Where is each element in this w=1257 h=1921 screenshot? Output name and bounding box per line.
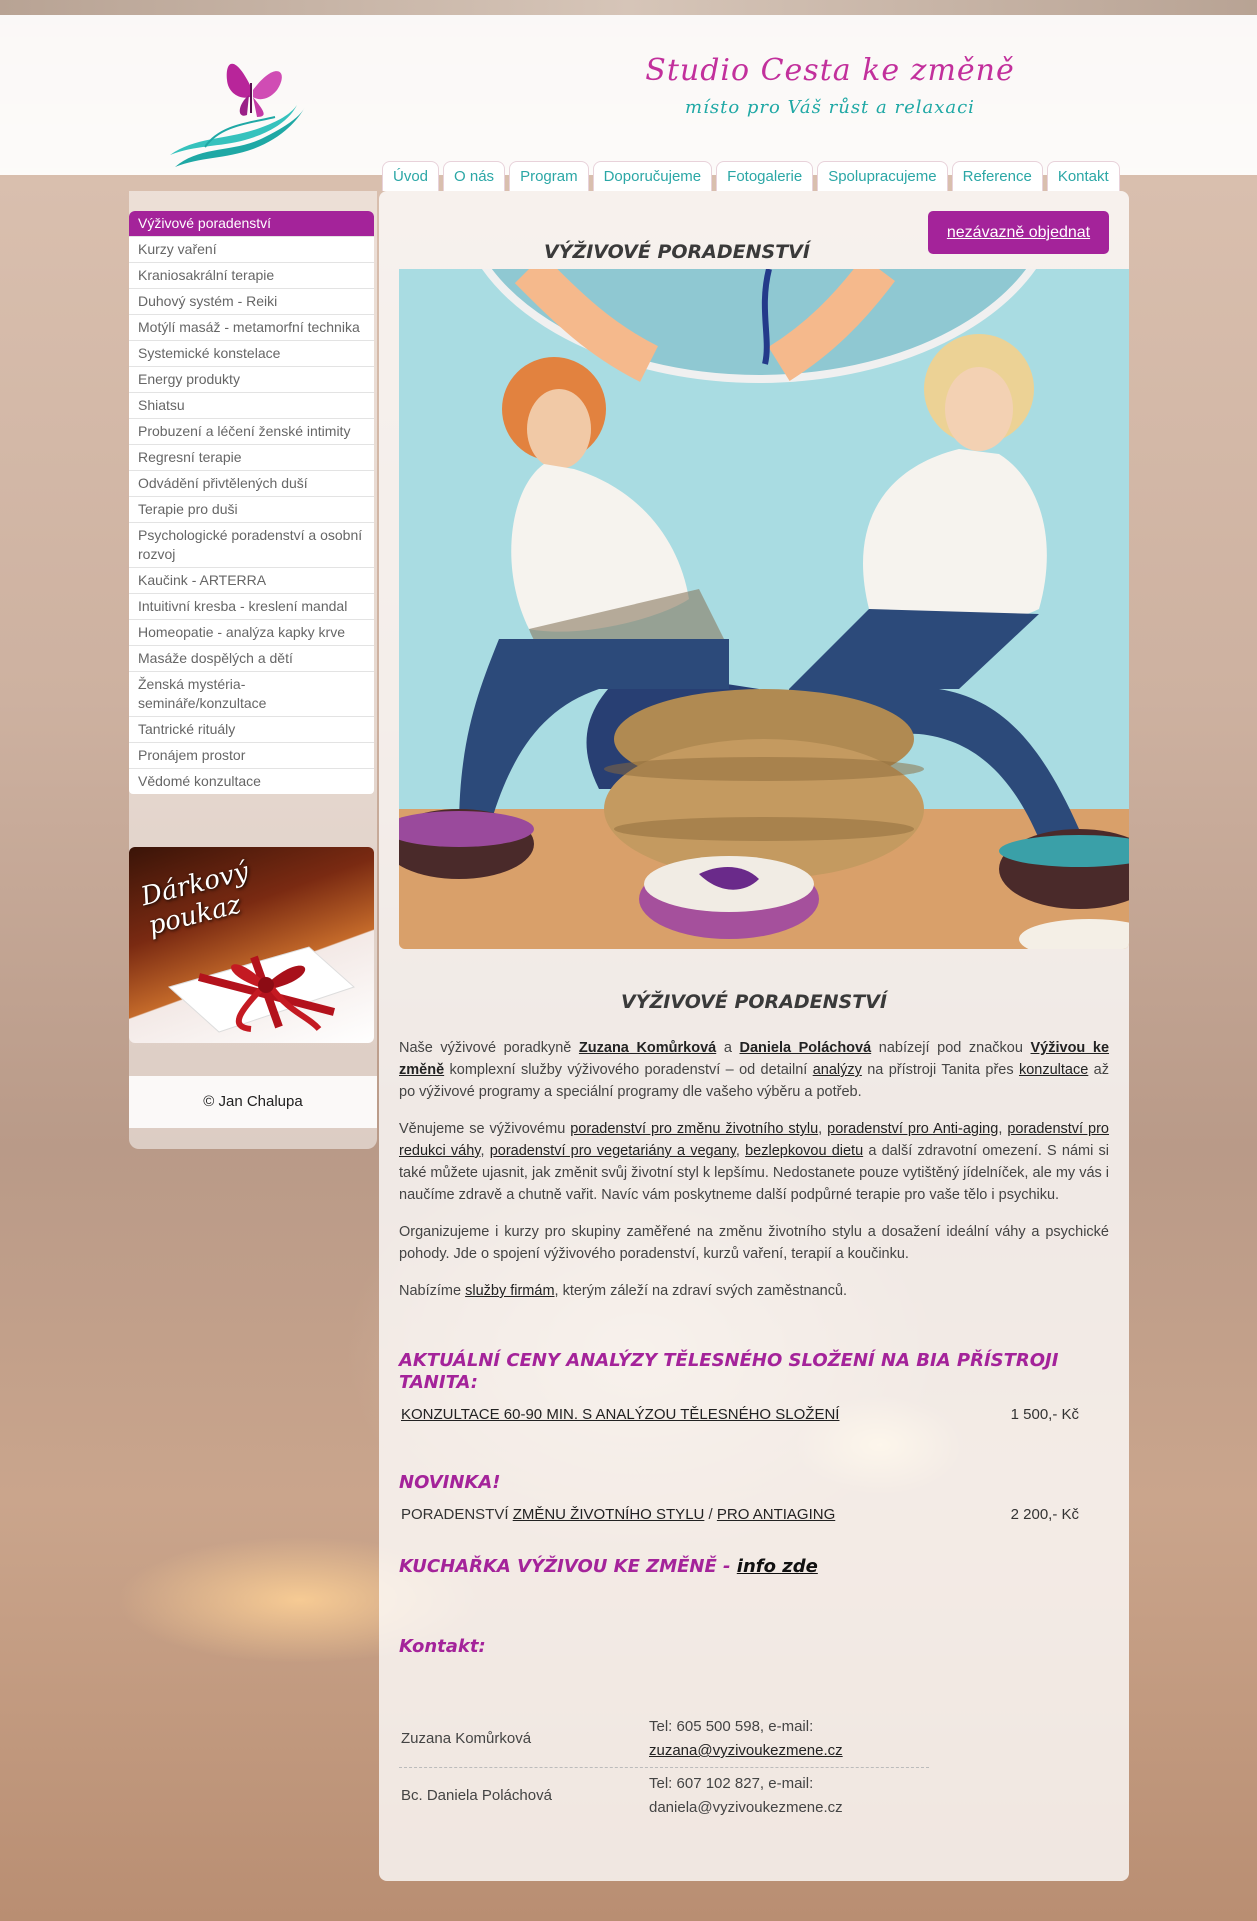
nav-tab-fotogalerie[interactable]: Fotogalerie	[716, 161, 814, 191]
prices-title: AKTUÁLNÍ CENY ANALÝZY TĚLESNÉHO SLOŽENÍ …	[399, 1350, 1059, 1393]
sidebar-item-systemicke-konstelace[interactable]: Systemické konstelace	[129, 341, 374, 367]
sidebar-item-energy-produkty[interactable]: Energy produkty	[129, 367, 374, 393]
butterfly-hand-icon	[170, 63, 305, 167]
link-bezlepkova-dieta[interactable]: bezlepkovou dietu	[745, 1143, 863, 1159]
sidebar-item-motyli-masaz[interactable]: Motýlí masáž - metamorfní technika	[129, 315, 374, 341]
sidebar-item-homeopatie[interactable]: Homeopatie - analýza kapky krve	[129, 620, 374, 646]
contact-table: Zuzana Komůrková Tel: 605 500 598, e-mai…	[399, 1711, 929, 1824]
hero-photo	[399, 269, 1129, 949]
copyright: © Jan Chalupa	[129, 1076, 377, 1128]
main-content: nezávazně objednat VÝŽIVOVÉ PORADENSTVÍ	[379, 191, 1129, 1881]
sidebar-item-psychologicke-poradenstvi[interactable]: Psychologické poradenství a osobní rozvo…	[129, 523, 374, 568]
sidebar-item-shiatsu[interactable]: Shiatsu	[129, 393, 374, 419]
contact-email-link[interactable]: zuzana@vyzivoukezmene.cz	[649, 1742, 843, 1759]
sidebar-item-tantricke-ritualy[interactable]: Tantrické rituály	[129, 717, 374, 743]
top-band	[0, 0, 1257, 15]
hero-photo-image	[399, 269, 1129, 949]
gift-bow-icon	[167, 946, 355, 1033]
intro-paragraph: Naše výživové poradkyně Zuzana Komůrková…	[399, 1040, 1110, 1100]
price-row-konzultace: KONZULTACE 60-90 MIN. S ANALÝZOU TĚLESNÉ…	[399, 1404, 1079, 1426]
brand-title: Studio Cesta ke změně	[645, 53, 1015, 88]
order-button[interactable]: nezávazně objednat	[928, 211, 1109, 254]
brand-subtitle: místo pro Váš růst a relaxaci	[685, 97, 975, 118]
link-pro-antiaging[interactable]: PRO ANTIAGING	[717, 1506, 835, 1523]
gift-voucher-banner[interactable]: Dárkový poukaz	[129, 847, 374, 1043]
link-konzultace-60-90[interactable]: KONZULTACE 60-90 MIN. S ANALÝZOU TĚLESNÉ…	[401, 1404, 839, 1426]
price-row-poradenstvi: PORADENSTVÍ ZMĚNU ŽIVOTNÍHO STYLU / PRO …	[399, 1504, 1079, 1526]
nav-tab-program[interactable]: Program	[509, 161, 589, 191]
price-poradenstvi: 2 200,- Kč	[1010, 1506, 1079, 1523]
nav-tab-doporucujeme[interactable]: Doporučujeme	[592, 161, 713, 191]
services-paragraph: Věnujeme se výživovému poradenství pro z…	[399, 1121, 1110, 1203]
sidebar-item-masaze[interactable]: Masáže dospělých a dětí	[129, 646, 374, 672]
cookbook-title: KUCHAŘKA VÝŽIVOU KE ZMĚNĚ - info zde	[399, 1556, 818, 1577]
sidebar-item-intuitivni-kresba[interactable]: Intuitivní kresba - kreslení mandal	[129, 594, 374, 620]
sidebar-item-vedome-konzultace[interactable]: Vědomé konzultace	[129, 769, 374, 794]
link-vegetariani-vegani[interactable]: poradenství pro vegetariány a vegany	[490, 1143, 736, 1159]
sidebar-item-terapie-pro-dusi[interactable]: Terapie pro duši	[129, 497, 374, 523]
contact-name: Zuzana Komůrková	[401, 1730, 532, 1747]
nav-tab-reference[interactable]: Reference	[951, 161, 1043, 191]
contact-name: Bc. Daniela Poláchová	[401, 1787, 552, 1804]
sidebar-item-zenska-mysteria[interactable]: Ženská mystéria- semináře/konzultace	[129, 672, 374, 717]
price-konzultace: 1 500,- Kč	[1010, 1406, 1079, 1423]
news-title: NOVINKA!	[399, 1472, 501, 1493]
sidebar-item-kurzy-vareni[interactable]: Kurzy vaření	[129, 237, 374, 263]
companies-paragraph: Nabízíme služby firmám, kterým záleží na…	[399, 1283, 848, 1299]
contact-email: daniela@vyzivoukezmene.cz	[649, 1799, 843, 1816]
sidebar-item-odvadeni-dusi[interactable]: Odvádění přivtělených duší	[129, 471, 374, 497]
nav-tab-o-nas[interactable]: O nás	[443, 161, 506, 191]
sidebar-item-pronajem-prostor[interactable]: Pronájem prostor	[129, 743, 374, 769]
contact-row: Zuzana Komůrková Tel: 605 500 598, e-mai…	[399, 1711, 929, 1767]
nav-tab-kontakt[interactable]: Kontakt	[1046, 161, 1120, 191]
contact-row: Bc. Daniela Poláchová Tel: 607 102 827, …	[399, 1767, 929, 1824]
content-heading: VÝŽIVOVÉ PORADENSTVÍ	[621, 991, 887, 1013]
sidebar-nav: Výživové poradenství Kurzy vaření Kranio…	[129, 211, 374, 794]
sidebar-item-kaucink-arterra[interactable]: Kaučink - ARTERRA	[129, 568, 374, 594]
link-anti-aging[interactable]: poradenství pro Anti-aging	[827, 1121, 998, 1137]
page-title: VÝŽIVOVÉ PORADENSTVÍ	[544, 241, 810, 263]
sidebar-item-probuzeni-intimity[interactable]: Probuzení a léčení ženské intimity	[129, 419, 374, 445]
site-header: Studio Cesta ke změně místo pro Váš růst…	[0, 15, 1257, 191]
link-zmenu-zivotniho-stylu[interactable]: ZMĚNU ŽIVOTNÍHO STYLU	[513, 1506, 705, 1523]
link-analyzy[interactable]: analýzy	[813, 1062, 862, 1078]
contact-tel: Tel: 607 102 827, e-mail:	[649, 1775, 814, 1792]
link-sluzby-firmam[interactable]: služby firmám	[465, 1283, 554, 1299]
contact-title: Kontakt:	[399, 1636, 486, 1657]
nav-tab-spolupracujeme[interactable]: Spolupracujeme	[817, 161, 948, 191]
content-area: VÝŽIVOVÉ PORADENSTVÍ Naše výživové porad…	[399, 991, 1109, 1658]
contact-tel: Tel: 605 500 598, e-mail:	[649, 1718, 814, 1735]
link-konzultace[interactable]: konzultace	[1019, 1062, 1088, 1078]
link-daniela-polachova[interactable]: Daniela Poláchová	[739, 1040, 871, 1056]
courses-paragraph: Organizujeme i kurzy pro skupiny zaměřen…	[399, 1224, 1109, 1262]
sidebar-item-duhovy-system-reiki[interactable]: Duhový systém - Reiki	[129, 289, 374, 315]
sidebar-item-regresni-terapie[interactable]: Regresní terapie	[129, 445, 374, 471]
logo[interactable]	[165, 45, 315, 175]
main-nav: Úvod O nás Program Doporučujeme Fotogale…	[382, 161, 1120, 191]
link-zmena-zivotniho-stylu[interactable]: poradenství pro změnu životního stylu	[570, 1121, 818, 1137]
link-zuzana-komurkova[interactable]: Zuzana Komůrková	[579, 1040, 716, 1056]
sidebar-item-kraniosakralni-terapie[interactable]: Kraniosakrální terapie	[129, 263, 374, 289]
link-info-zde[interactable]: info zde	[737, 1556, 818, 1577]
sidebar-item-vyzivove-poradenstvi[interactable]: Výživové poradenství	[129, 211, 374, 237]
sidebar: Výživové poradenství Kurzy vaření Kranio…	[129, 191, 377, 1149]
nav-tab-uvod[interactable]: Úvod	[382, 161, 440, 191]
